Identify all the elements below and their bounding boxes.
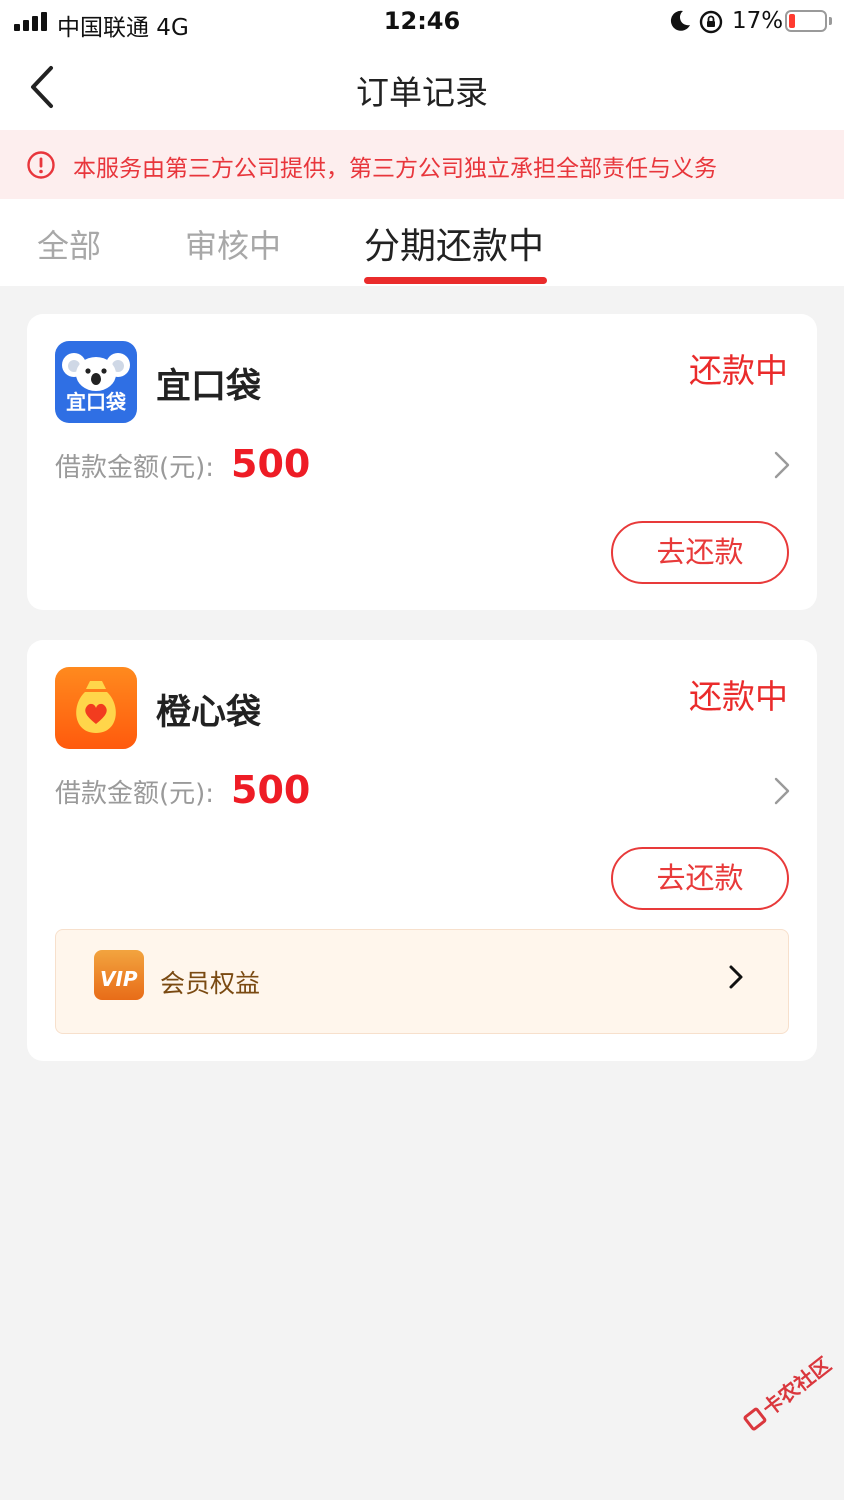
repay-button[interactable]: 去还款 bbox=[611, 847, 789, 910]
page-title: 订单记录 bbox=[356, 73, 488, 112]
battery-tip bbox=[829, 17, 832, 25]
vip-badge-icon: VIP bbox=[94, 950, 144, 1000]
chengxindai-logo bbox=[55, 667, 137, 749]
tab-all[interactable]: 全部 bbox=[37, 221, 101, 267]
battery-icon bbox=[785, 10, 827, 32]
chevron-right-icon[interactable] bbox=[773, 450, 791, 480]
tab-bar: 全部 审核中 分期还款中 bbox=[0, 199, 844, 286]
amount-label: 借款金额(元): bbox=[55, 779, 215, 809]
order-card[interactable]: 宜口袋 宜口袋 还款中 借款金额(元): 500 去还款 bbox=[27, 314, 817, 610]
notice-banner: 本服务由第三方公司提供，第三方公司独立承担全部责任与义务 bbox=[0, 130, 844, 199]
amount-label: 借款金额(元): bbox=[55, 453, 215, 483]
amount-value: 500 bbox=[231, 768, 311, 812]
order-status: 还款中 bbox=[689, 677, 788, 716]
repay-button[interactable]: 去还款 bbox=[611, 521, 789, 584]
vip-badge-text: VIP bbox=[100, 967, 138, 991]
moon-icon bbox=[670, 10, 690, 31]
app-name: 橙心袋 bbox=[156, 693, 262, 733]
order-status: 还款中 bbox=[689, 351, 788, 390]
amount-value: 500 bbox=[231, 442, 311, 486]
tab-installment-repaying[interactable]: 分期还款中 bbox=[364, 217, 544, 269]
vip-label: 会员权益 bbox=[160, 969, 261, 998]
tab-active-indicator bbox=[364, 277, 547, 284]
notice-text: 本服务由第三方公司提供，第三方公司独立承担全部责任与义务 bbox=[73, 156, 717, 182]
yikoudai-logo: 宜口袋 bbox=[55, 341, 137, 423]
nav-bar: 订单记录 bbox=[0, 44, 844, 130]
watermark: 卡农社区 bbox=[738, 1349, 836, 1435]
alert-circle-icon bbox=[27, 151, 55, 179]
battery-percent: 17% bbox=[732, 8, 784, 34]
status-bar: 中国联通 4G 12:46 17% bbox=[0, 0, 844, 44]
vip-benefits-row[interactable]: VIP 会员权益 bbox=[55, 929, 789, 1034]
tab-under-review[interactable]: 审核中 bbox=[185, 221, 281, 267]
logo-text: 宜口袋 bbox=[66, 390, 127, 414]
watermark-text: 卡农社区 bbox=[757, 1352, 836, 1421]
app-name: 宜口袋 bbox=[156, 367, 262, 407]
chevron-right-icon[interactable] bbox=[773, 776, 791, 806]
battery-fill bbox=[789, 14, 795, 28]
orientation-lock-icon bbox=[699, 10, 723, 34]
chevron-right-icon bbox=[729, 965, 743, 989]
order-card[interactable]: 橙心袋 还款中 借款金额(元): 500 去还款 VIP 会员权益 bbox=[27, 640, 817, 1061]
